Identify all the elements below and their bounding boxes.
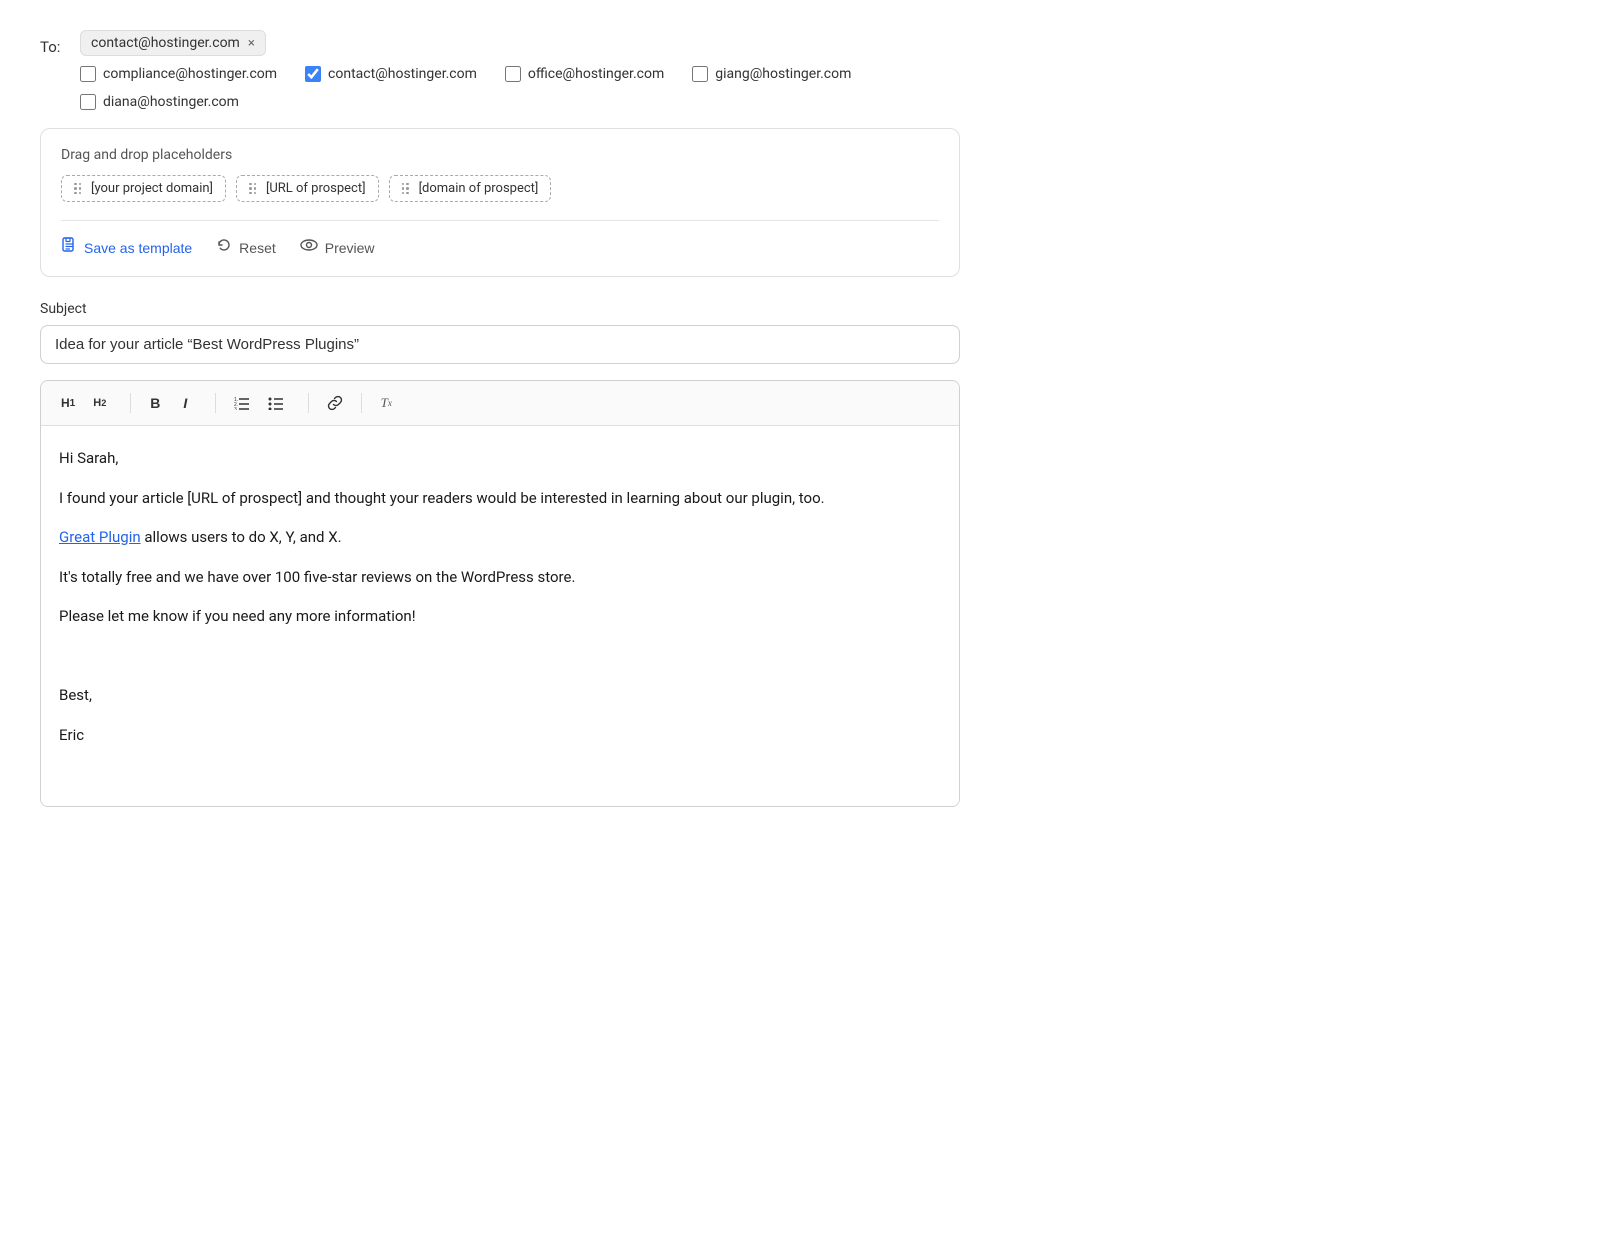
checkbox-compliance-input[interactable] bbox=[80, 66, 96, 82]
editor-panel: H1 H2 B I 1. 2. 3. bbox=[40, 380, 960, 807]
checkbox-diana-input[interactable] bbox=[80, 94, 96, 110]
format-group: B I bbox=[141, 389, 199, 417]
save-template-label: Save as template bbox=[84, 240, 192, 256]
preview-label: Preview bbox=[325, 240, 375, 256]
editor-toolbar: H1 H2 B I 1. 2. 3. bbox=[41, 381, 959, 426]
email-tag[interactable]: contact@hostinger.com × bbox=[80, 30, 266, 56]
checkbox-compliance[interactable]: compliance@hostinger.com bbox=[80, 66, 277, 82]
placeholder-domain-prospect-label: [domain of prospect] bbox=[419, 181, 539, 196]
editor-greeting: Hi Sarah, bbox=[59, 446, 941, 472]
drag-icon-3 bbox=[402, 183, 409, 195]
save-template-icon bbox=[61, 237, 77, 258]
preview-button[interactable]: Preview bbox=[300, 237, 375, 258]
italic-button[interactable]: I bbox=[171, 389, 199, 417]
toolbar-panel: Drag and drop placeholders [your project… bbox=[40, 128, 960, 277]
clear-format-button[interactable]: Tx bbox=[372, 389, 400, 417]
subject-section: Subject bbox=[40, 301, 960, 364]
link-button[interactable] bbox=[319, 389, 351, 417]
h2-button[interactable]: H2 bbox=[85, 389, 114, 417]
email-tag-close[interactable]: × bbox=[248, 37, 255, 50]
great-plugin-link[interactable]: Great Plugin bbox=[59, 528, 141, 546]
editor-line1: I found your article [URL of prospect] a… bbox=[59, 486, 941, 512]
placeholder-url-prospect[interactable]: [URL of prospect] bbox=[236, 175, 379, 202]
email-checkboxes: compliance@hostinger.com contact@hosting… bbox=[80, 66, 960, 116]
reset-label: Reset bbox=[239, 240, 276, 256]
checkbox-giang[interactable]: giang@hostinger.com bbox=[692, 66, 851, 82]
editor-body[interactable]: Hi Sarah, I found your article [URL of p… bbox=[41, 426, 959, 806]
checkbox-diana[interactable]: diana@hostinger.com bbox=[80, 94, 239, 110]
email-tag-text: contact@hostinger.com bbox=[91, 35, 240, 51]
to-label: To: bbox=[40, 38, 64, 56]
placeholder-url-prospect-label: [URL of prospect] bbox=[266, 181, 366, 196]
checkbox-contact-label: contact@hostinger.com bbox=[328, 66, 477, 82]
h1-button[interactable]: H1 bbox=[53, 389, 83, 417]
reset-button[interactable]: Reset bbox=[216, 237, 276, 258]
checkbox-giang-input[interactable] bbox=[692, 66, 708, 82]
preview-icon bbox=[300, 237, 318, 258]
checkbox-office[interactable]: office@hostinger.com bbox=[505, 66, 664, 82]
checkbox-compliance-label: compliance@hostinger.com bbox=[103, 66, 277, 82]
checkbox-office-label: office@hostinger.com bbox=[528, 66, 664, 82]
to-tag-row: contact@hostinger.com × bbox=[80, 30, 960, 56]
ordered-list-button[interactable]: 1. 2. 3. bbox=[226, 389, 258, 417]
to-row: To: contact@hostinger.com × compliance@h… bbox=[40, 30, 960, 116]
drag-icon-2 bbox=[249, 183, 256, 195]
separator-3 bbox=[308, 393, 309, 413]
checkbox-giang-label: giang@hostinger.com bbox=[715, 66, 851, 82]
editor-line4: Please let me know if you need any more … bbox=[59, 604, 941, 630]
subject-label: Subject bbox=[40, 301, 960, 317]
toolbar-actions: Save as template Reset Preview bbox=[61, 237, 939, 258]
save-template-button[interactable]: Save as template bbox=[61, 237, 192, 258]
editor-signature-line2: Eric bbox=[59, 723, 941, 749]
placeholder-project-domain[interactable]: [your project domain] bbox=[61, 175, 226, 202]
checkbox-contact[interactable]: contact@hostinger.com bbox=[305, 66, 477, 82]
unordered-list-button[interactable] bbox=[260, 389, 292, 417]
drag-drop-label: Drag and drop placeholders bbox=[61, 147, 939, 163]
editor-signature-line1: Best, bbox=[59, 683, 941, 709]
placeholder-project-domain-label: [your project domain] bbox=[91, 181, 213, 196]
to-content: contact@hostinger.com × compliance@hosti… bbox=[80, 30, 960, 116]
placeholder-domain-prospect[interactable]: [domain of prospect] bbox=[389, 175, 552, 202]
separator-2 bbox=[215, 393, 216, 413]
checkbox-contact-input[interactable] bbox=[305, 66, 321, 82]
editor-line2: Great Plugin allows users to do X, Y, an… bbox=[59, 525, 941, 551]
bold-button[interactable]: B bbox=[141, 389, 169, 417]
placeholders-row: [your project domain] [URL of prospect] … bbox=[61, 175, 939, 202]
editor-line3: It's totally free and we have over 100 f… bbox=[59, 565, 941, 591]
checkbox-diana-label: diana@hostinger.com bbox=[103, 94, 239, 110]
svg-text:3.: 3. bbox=[234, 407, 238, 410]
separator-4 bbox=[361, 393, 362, 413]
editor-line2-rest: allows users to do X, Y, and X. bbox=[141, 528, 342, 546]
drag-icon-1 bbox=[74, 183, 81, 195]
heading-group: H1 H2 bbox=[53, 389, 114, 417]
reset-icon bbox=[216, 237, 232, 258]
toolbar-divider bbox=[61, 220, 939, 221]
subject-input[interactable] bbox=[40, 325, 960, 364]
list-group: 1. 2. 3. bbox=[226, 389, 292, 417]
separator-1 bbox=[130, 393, 131, 413]
checkbox-office-input[interactable] bbox=[505, 66, 521, 82]
